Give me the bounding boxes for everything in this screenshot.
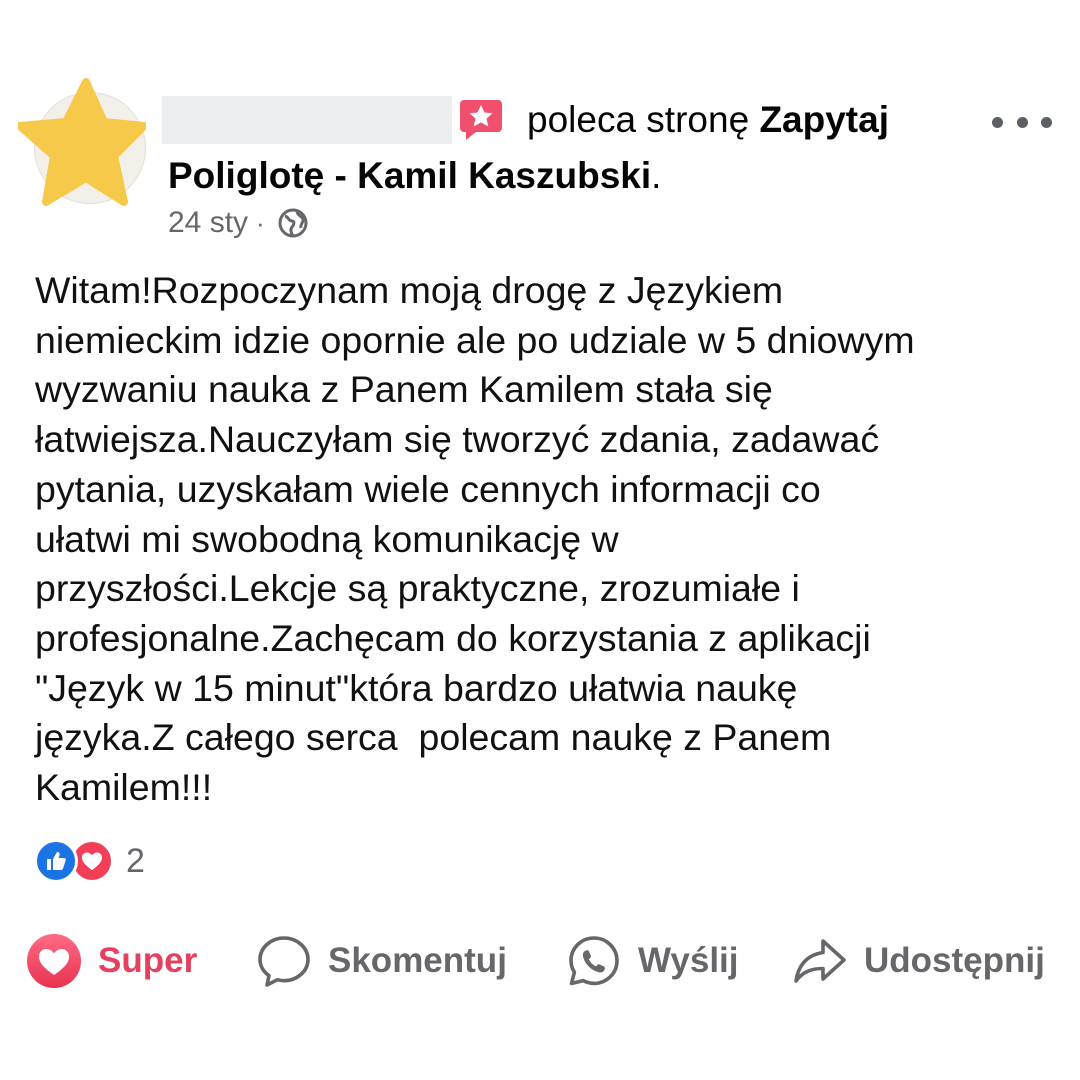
post-body-line: niemieckim idzie opornie ale po udziale … [35, 318, 915, 361]
header-line-1: poleca stronę Zapytaj [527, 98, 889, 142]
send-label: Wyślij [638, 941, 739, 980]
reaction-count: 2 [126, 841, 145, 880]
super-label: Super [98, 941, 198, 980]
post-body: Witam!Rozpoczynam moją drogę z Językiem … [35, 266, 1055, 813]
share-arrow-icon [794, 939, 846, 983]
comment-button[interactable]: Skomentuj [256, 930, 507, 992]
send-button[interactable]: Wyślij [566, 930, 739, 992]
more-options-button[interactable] [992, 100, 1052, 144]
post-body-line: języka.Z całego serca polecam naukę z Pa… [35, 716, 832, 759]
star-sticker-icon [18, 78, 146, 206]
post-body-line: Kamilem!!! [35, 766, 213, 809]
post-body-line: wyzwaniu nauka z Panem Kamilem stała się [35, 368, 773, 411]
page-name-link-part2[interactable]: Poliglotę - Kamil Kaszubski [168, 155, 651, 196]
post-body-line: przyszłości.Lekcje są praktyczne, zrozum… [35, 567, 800, 610]
post-meta: 24 sty · [168, 206, 309, 240]
meta-separator: · [256, 207, 265, 238]
more-dot-icon [1041, 116, 1052, 128]
post-body-line: Witam!Rozpoczynam moją drogę z Językiem [35, 269, 784, 311]
reactions-summary[interactable]: 2 [34, 838, 145, 884]
share-button[interactable]: Udostępnij [792, 930, 1045, 992]
post-card: Mariola Dobsk poleca stronę Zapytaj Poli… [0, 0, 1080, 1080]
avatar[interactable] [18, 78, 146, 218]
globe-icon [278, 208, 308, 238]
share-label: Udostępnij [864, 941, 1045, 980]
header-line-2: Poliglotę - Kamil Kaszubski. [168, 154, 661, 198]
post-body-line: pytania, uzyskałam wiele cennych informa… [35, 467, 821, 510]
more-dot-icon [992, 116, 1003, 128]
recommend-badge-icon [460, 100, 502, 140]
comment-label: Skomentuj [328, 941, 507, 980]
heart-reaction-icon [27, 934, 81, 988]
post-body-line: łatwiejsza.Nauczyłam się tworzyć zdania,… [35, 418, 880, 461]
recommend-action-text: poleca stronę [527, 99, 750, 140]
comment-bubble-icon [258, 936, 310, 987]
like-icon [34, 839, 78, 883]
whatsapp-icon [569, 936, 619, 986]
post-body-line: ułatwi mi swobodną komunikację w [35, 517, 619, 560]
super-reaction-button[interactable]: Super [26, 930, 197, 992]
page-name-link-part1[interactable]: Zapytaj [759, 99, 889, 140]
author-name-redacted[interactable]: Mariola Dobsk [162, 76, 452, 144]
header-period: . [651, 155, 662, 196]
post-body-line: "Język w 15 minut"która bardzo ułatwia n… [35, 666, 798, 709]
more-dot-icon [1016, 116, 1028, 128]
action-bar: Super Skomentuj Wyślij Udostępnij [0, 930, 1080, 992]
post-date[interactable]: 24 sty [168, 206, 248, 240]
post-body-line: profesjonalne.Zachęcam do korzystania z … [35, 616, 871, 659]
author-name-text: Mariola Dobsk [168, 76, 428, 117]
